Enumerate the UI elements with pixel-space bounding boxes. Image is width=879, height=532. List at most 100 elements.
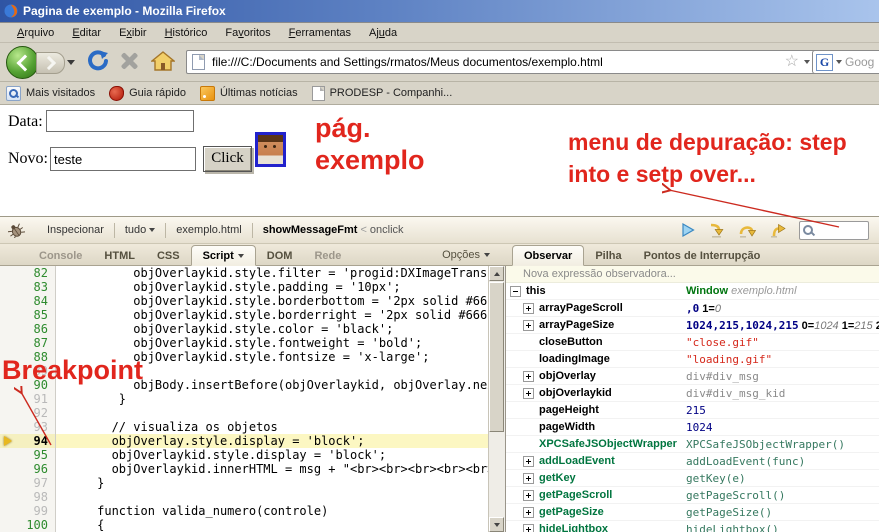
line-number[interactable]: 94 xyxy=(16,434,55,448)
breakpoint-column[interactable] xyxy=(0,490,16,504)
scrollbar-thumb[interactable] xyxy=(489,282,504,432)
menu-item-ferramentas[interactable]: Ferramentas xyxy=(280,25,360,41)
breakpoint-column[interactable] xyxy=(0,336,16,350)
breakpoint-column[interactable] xyxy=(0,266,16,280)
scroll-up-button[interactable] xyxy=(489,266,504,281)
address-bar[interactable] xyxy=(186,50,816,74)
watch-row-getPageSize[interactable]: getPageSize getPageSize() xyxy=(506,504,879,521)
tab-observar[interactable]: Observar xyxy=(512,245,585,266)
breakpoint-column[interactable] xyxy=(0,392,16,406)
breakpoint-column[interactable] xyxy=(0,280,16,294)
menu-item-favoritos[interactable]: Favoritos xyxy=(216,25,279,41)
breakpoint-column[interactable] xyxy=(0,462,16,476)
tab-css[interactable]: CSS xyxy=(146,246,191,265)
line-number[interactable]: 98 xyxy=(16,490,55,504)
watch-row-pageWidth[interactable]: pageWidth 1024 xyxy=(506,419,879,436)
current-execution-arrow-icon[interactable] xyxy=(0,434,16,448)
breakpoint-column[interactable] xyxy=(0,294,16,308)
breakpoint-column[interactable] xyxy=(0,322,16,336)
watch-row-getPageScroll[interactable]: getPageScroll getPageScroll() xyxy=(506,487,879,504)
plus-expander-icon[interactable] xyxy=(523,489,534,501)
menu-item-ajuda[interactable]: Ajuda xyxy=(360,25,406,41)
breakpoint-column[interactable] xyxy=(0,308,16,322)
back-button[interactable] xyxy=(6,46,39,79)
line-number[interactable]: 97 xyxy=(16,476,55,490)
plus-expander-icon[interactable] xyxy=(523,370,534,382)
tab-pilha[interactable]: Pilha xyxy=(584,246,632,265)
breakpoint-column[interactable] xyxy=(0,448,16,462)
bookmark-star-icon[interactable] xyxy=(785,55,799,69)
line-number[interactable]: 99 xyxy=(16,504,55,518)
plus-expander-icon[interactable] xyxy=(523,472,534,484)
tab-rede[interactable]: Rede xyxy=(303,246,352,265)
line-number[interactable]: 93 xyxy=(16,420,55,434)
line-number[interactable]: 100 xyxy=(16,518,55,532)
plus-expander-icon[interactable] xyxy=(523,523,534,532)
autocomplete-dropdown-icon[interactable] xyxy=(804,60,810,64)
line-number[interactable]: 92 xyxy=(16,406,55,420)
watch-row-this[interactable]: this Window exemplo.html xyxy=(506,283,879,300)
script-file-selector[interactable]: exemplo.html xyxy=(173,222,244,238)
reload-button[interactable] xyxy=(86,49,110,73)
script-scrollbar[interactable] xyxy=(488,266,505,532)
tab-pontos-de-interrupção[interactable]: Pontos de Interrupção xyxy=(633,246,772,265)
tab-html[interactable]: HTML xyxy=(93,246,146,265)
watch-row-closeButton[interactable]: closeButton "close.gif" xyxy=(506,334,879,351)
menu-item-histórico[interactable]: Histórico xyxy=(156,25,217,41)
firebug-icon[interactable] xyxy=(8,223,25,238)
tab-dom[interactable]: DOM xyxy=(256,246,304,265)
bookmark-item[interactable]: PRODESP - Companhi... xyxy=(311,85,452,101)
line-number[interactable]: 91 xyxy=(16,392,55,406)
data-input[interactable] xyxy=(46,110,194,132)
watch-row-loadingImage[interactable]: loadingImage "loading.gif" xyxy=(506,351,879,368)
url-input[interactable] xyxy=(210,54,780,70)
watch-row-XPCSafeJSObjectWrapper[interactable]: XPCSafeJSObjectWrapper XPCSafeJSObjectWra… xyxy=(506,436,879,453)
step-out-button[interactable] xyxy=(769,223,786,238)
options-dropdown[interactable]: Opções xyxy=(442,249,490,261)
watch-row-arrayPageSize[interactable]: arrayPageSize 1024,215,1024,215 0=1024 1=… xyxy=(506,317,879,334)
menu-item-arquivo[interactable]: Arquivo xyxy=(8,25,63,41)
forward-button[interactable] xyxy=(36,52,65,74)
menu-item-exibir[interactable]: Exibir xyxy=(110,25,156,41)
line-number[interactable]: 83 xyxy=(16,280,55,294)
scope-dropdown[interactable]: tudo xyxy=(122,222,158,238)
watch-row-hideLightbox[interactable]: hideLightbox hideLightbox() xyxy=(506,521,879,532)
breakpoint-column[interactable] xyxy=(0,406,16,420)
breakpoint-column[interactable] xyxy=(0,504,16,518)
line-number[interactable]: 95 xyxy=(16,448,55,462)
breakpoint-column[interactable] xyxy=(0,420,16,434)
line-number[interactable]: 85 xyxy=(16,308,55,322)
menu-item-editar[interactable]: Editar xyxy=(63,25,110,41)
watch-row-addLoadEvent[interactable]: addLoadEvent addLoadEvent(func) xyxy=(506,453,879,470)
stop-button[interactable] xyxy=(119,51,139,71)
watch-row-arrayPageScroll[interactable]: arrayPageScroll ,0 1=0 xyxy=(506,300,879,317)
line-number[interactable]: 96 xyxy=(16,462,55,476)
watch-row-objOverlay[interactable]: objOverlay div#div_msg xyxy=(506,368,879,385)
current-function-breadcrumb[interactable]: showMessageFmt < onclick xyxy=(260,222,407,238)
novo-input[interactable] xyxy=(50,147,196,171)
scroll-down-button[interactable] xyxy=(489,517,504,532)
home-button[interactable] xyxy=(151,49,175,73)
web-search-box[interactable]: G Goog xyxy=(812,50,879,74)
script-search-input[interactable] xyxy=(815,223,859,237)
inspect-button[interactable]: Inspecionar xyxy=(44,222,107,238)
step-over-button[interactable] xyxy=(738,223,756,238)
bookmark-item[interactable]: Mais visitados xyxy=(6,85,95,101)
breakpoint-column[interactable] xyxy=(0,518,16,532)
continue-button[interactable] xyxy=(681,223,695,237)
watch-row-pageHeight[interactable]: pageHeight 215 xyxy=(506,402,879,419)
tab-script[interactable]: Script xyxy=(190,245,256,266)
bookmark-item[interactable]: Guia rápido xyxy=(109,85,186,101)
plus-expander-icon[interactable] xyxy=(523,319,534,331)
new-watch-expression-row[interactable]: Nova expressão observadora... xyxy=(506,266,879,283)
minus-expander-icon[interactable] xyxy=(510,285,521,297)
tab-console[interactable]: Console xyxy=(28,246,93,265)
plus-expander-icon[interactable] xyxy=(523,506,534,518)
script-search-box[interactable] xyxy=(799,220,869,240)
history-dropdown-icon[interactable] xyxy=(67,60,75,65)
plus-expander-icon[interactable] xyxy=(523,455,534,467)
click-button[interactable]: Click xyxy=(203,146,252,172)
google-engine-icon[interactable]: G xyxy=(816,53,833,71)
watch-row-getKey[interactable]: getKey getKey(e) xyxy=(506,470,879,487)
bookmark-item[interactable]: Últimas notícias xyxy=(199,85,298,101)
